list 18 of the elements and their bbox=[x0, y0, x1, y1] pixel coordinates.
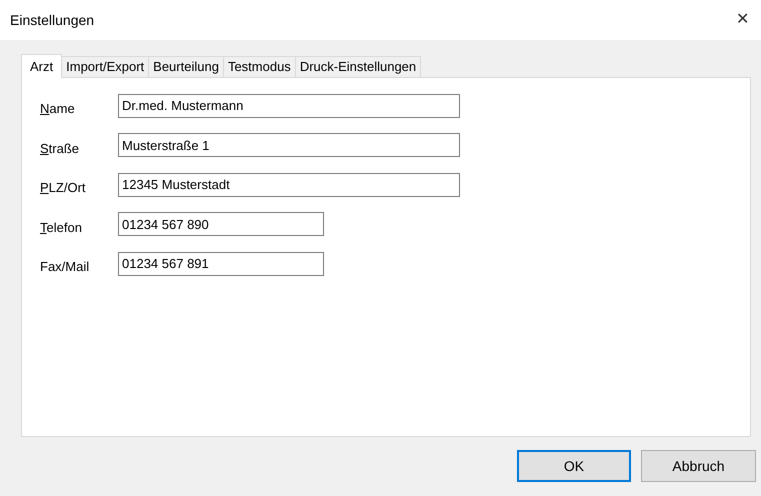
field-label: PLZ/Ort bbox=[40, 179, 87, 197]
tab[interactable]: Arzt bbox=[21, 54, 62, 78]
text-field[interactable]: Musterstraße 1 bbox=[118, 133, 460, 158]
field-label: Straße bbox=[40, 140, 80, 158]
text-field[interactable]: 01234 567 891 bbox=[118, 252, 324, 276]
tab[interactable]: Import/Export bbox=[61, 56, 150, 77]
window-title: Einstellungen bbox=[10, 10, 94, 30]
text-field[interactable]: 12345 Musterstadt bbox=[118, 172, 460, 197]
field-label: Name bbox=[40, 100, 76, 118]
field-label: Telefon bbox=[40, 218, 83, 236]
close-button[interactable]: ✕ bbox=[732, 8, 753, 32]
dialog-button[interactable]: Abbruch bbox=[641, 450, 756, 482]
text-field[interactable]: 01234 567 890 bbox=[118, 212, 324, 236]
text-field[interactable]: Dr.med. Mustermann bbox=[118, 94, 460, 118]
tab[interactable]: Druck-Einstellungen bbox=[294, 56, 422, 77]
tab[interactable]: Beurteilung bbox=[148, 56, 224, 77]
field-label: Fax/Mail bbox=[40, 258, 90, 276]
dialog-button[interactable]: OK bbox=[517, 450, 631, 482]
